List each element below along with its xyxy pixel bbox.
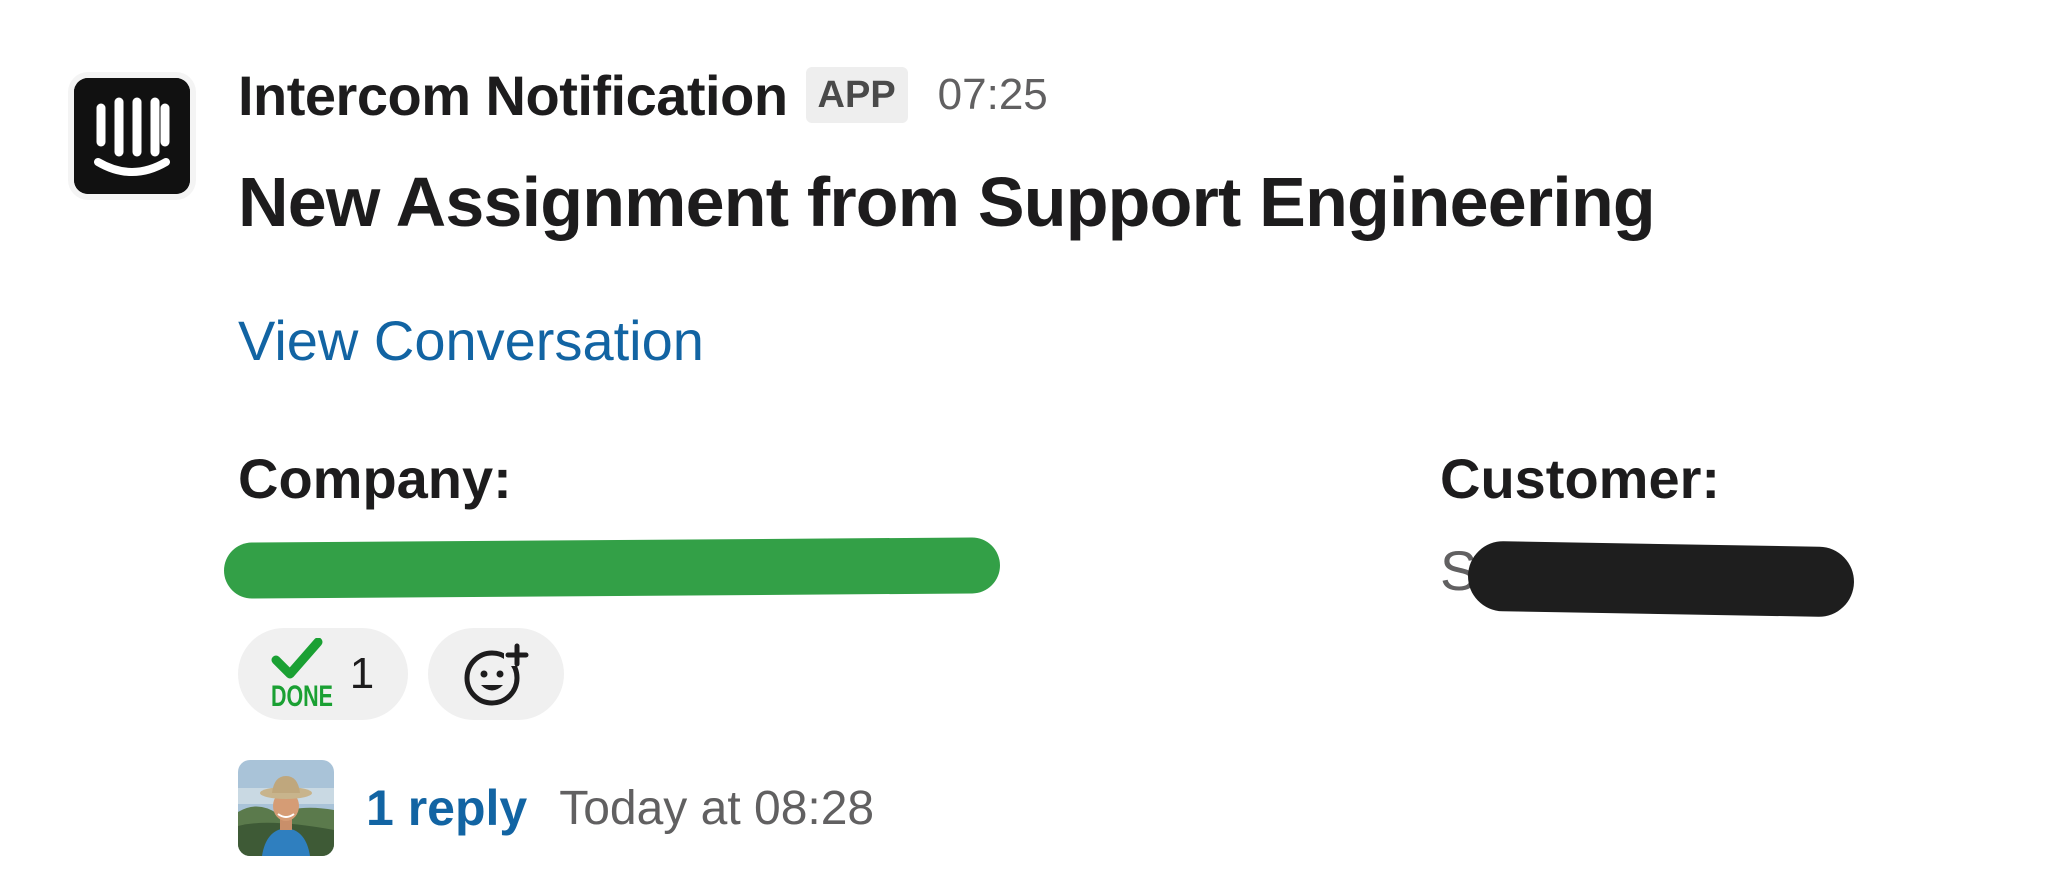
customer-field-label: Customer: [1440,447,1721,510]
last-reply-time: Today at 08:28 [559,781,875,835]
message-headline: New Assignment from Support Engineering [238,163,1656,241]
replier-avatar[interactable] [238,760,334,856]
done-check-icon: DONE [271,638,333,710]
message-timestamp[interactable]: 07:25 [938,70,1048,120]
view-conversation-link[interactable]: View Conversation [238,308,704,373]
company-field-label: Company: [238,447,512,510]
company-redaction-mark [223,537,1001,599]
intercom-logo-icon[interactable] [74,78,190,194]
customer-redaction-mark [1467,540,1855,618]
sender-name[interactable]: Intercom Notification [238,63,788,128]
add-reaction-icon [464,643,530,706]
app-badge: APP [805,67,908,123]
message-header: Intercom Notification APP 07:25 [238,58,1048,132]
reactions-bar: DONE 1 [238,628,564,720]
reply-count-link[interactable]: 1 reply [366,779,527,837]
reaction-count: 1 [349,649,375,698]
add-reaction-button[interactable] [428,628,564,720]
thread-summary: 1 reply Today at 08:28 [238,760,874,856]
done-emoji-text: DONE [271,680,333,710]
slack-message: Intercom Notification APP 07:25 New Assi… [0,0,2064,896]
done-reaction[interactable]: DONE 1 [238,628,408,720]
